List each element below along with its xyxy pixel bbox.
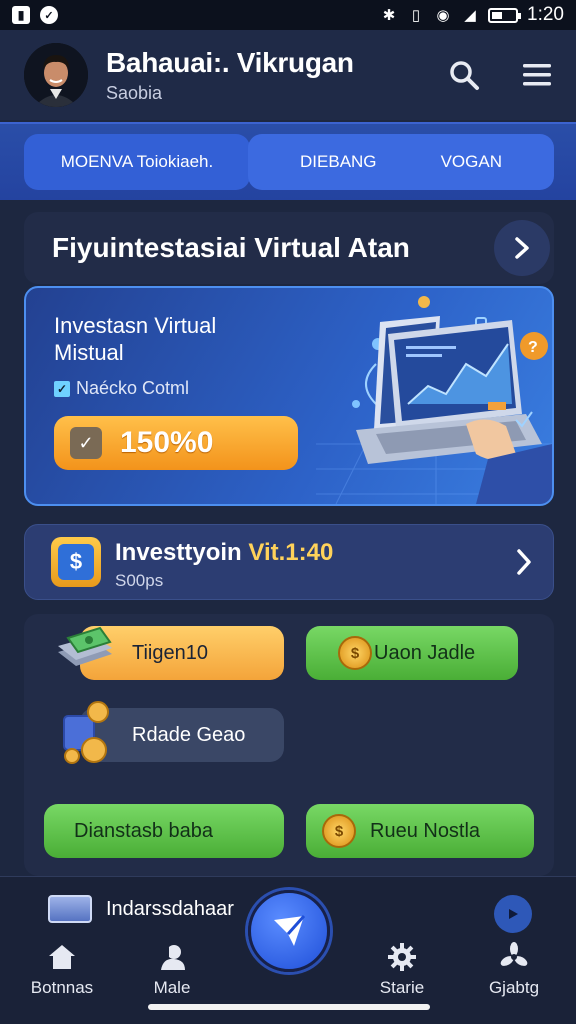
home-indicator[interactable] [148,1004,430,1010]
nav-label: Botnnas [30,978,94,997]
section-header[interactable]: Fiyuintestasiai Virtual Atan [24,212,554,284]
section-title: Fiyuintestasiai Virtual Atan [52,232,410,263]
user-subtitle: Saobia [106,82,163,103]
tab-diebang[interactable]: DIEBANG [300,152,377,172]
tab-moenva[interactable]: MOENVA Toiokiaeh. [24,134,250,190]
coins-icon: $ [338,636,372,670]
section-more-button[interactable] [494,220,550,276]
battery-icon [488,7,522,23]
send-icon [274,915,306,946]
hero-checkbox-row[interactable]: ✓ Naécko Cotml [54,378,189,399]
action-label: Rdade Geao [132,723,246,746]
actions-panel: Tiigen10 Uaon Jadle $ Rdade Geao Diansta… [24,614,554,876]
play-icon [509,909,518,919]
investment-title: Investtyoin Vit.1:40 [115,539,333,567]
chevron-right-icon [515,237,529,259]
vibrate-icon: ▯ [411,7,421,24]
avatar[interactable] [24,43,88,107]
hero-card[interactable]: Investasn Virtual Mistual ✓ Naécko Cotml… [24,286,554,506]
profile-icon [161,945,185,970]
percent-button[interactable]: ✓ 150%0 [54,416,298,470]
home-icon [49,945,75,969]
gift-coins-icon [63,701,109,764]
dollar-icon: $ [51,537,101,587]
shield-icon: ✓ [40,6,58,24]
user-name: Bahauai:. Vikrugan [106,46,354,78]
nav-label: Gjabtg [488,978,540,997]
peek-action-button[interactable] [494,895,532,933]
check-badge-icon: ✓ [70,427,102,459]
nav-item-male[interactable]: Male [122,940,222,998]
cash-stack-icon [58,626,112,666]
app-header: Bahauai:. Vikrugan Saobia [0,30,576,120]
center-action-button[interactable] [248,890,330,972]
investment-title-accent: Vit.1:40 [248,539,334,566]
nav-label: Male [153,978,191,997]
nav-label: Starie [379,978,425,997]
svg-text:?: ? [528,339,538,356]
nav-item-gjabtg[interactable]: Gjabtg [464,940,564,998]
hero-line-2: Mistual [54,340,124,365]
action-button-dianstasb[interactable]: Dianstasb baba [44,804,284,858]
hero-text: Investasn Virtual Mistual [54,312,284,366]
investment-subtitle: S00ps [115,571,164,590]
hero-check-label: Naécko Cotml [76,378,190,398]
gold-coin-icon: $ [322,814,356,848]
laptop-chart-illustration: ? [316,296,552,504]
gear-icon [388,943,416,971]
wallet-icon [48,895,92,923]
signal-icon: ◢ [464,7,476,24]
chevron-right-icon[interactable] [515,547,533,577]
action-label: Uaon Jadle [374,641,476,664]
percent-value: 150%0 [120,426,214,459]
nav-item-botnnas[interactable]: Botnnas [12,940,112,998]
status-time: 1:20 [527,4,564,25]
investment-card[interactable]: $ Investtyoin Vit.1:40 S00ps [24,524,554,600]
menu-icon[interactable] [522,62,552,88]
tab-group: DIEBANG VOGAN [248,134,554,190]
fan-icon [500,942,528,966]
avatar-portrait [24,43,88,107]
investment-title-main: Investtyoin [115,539,242,566]
action-label: Dianstasb baba [74,819,213,842]
eye-icon: ◉ [436,7,450,24]
bluetooth-icon: ✱ [382,7,396,24]
checkbox-icon[interactable]: ✓ [54,380,70,397]
nav-item-starie[interactable]: Starie [352,940,452,998]
bottom-peek-label: Indarssdahaar [106,897,234,920]
tab-bar: MOENVA Toiokiaeh. DIEBANG VOGAN [0,122,576,200]
search-icon[interactable] [448,59,480,91]
hero-line-1: Investasn Virtual [54,313,217,338]
status-bar: ▮ ✓ ✱ ▯ ◉ ◢ 1:20 [0,0,576,30]
bottom-peek-row[interactable]: Indarssdahaar [48,895,234,923]
action-label: Rueu Nostla [370,819,481,842]
tab-vogan[interactable]: VOGAN [441,152,502,172]
action-label: Tiigen10 [132,641,208,664]
sim-icon: ▮ [12,6,30,24]
